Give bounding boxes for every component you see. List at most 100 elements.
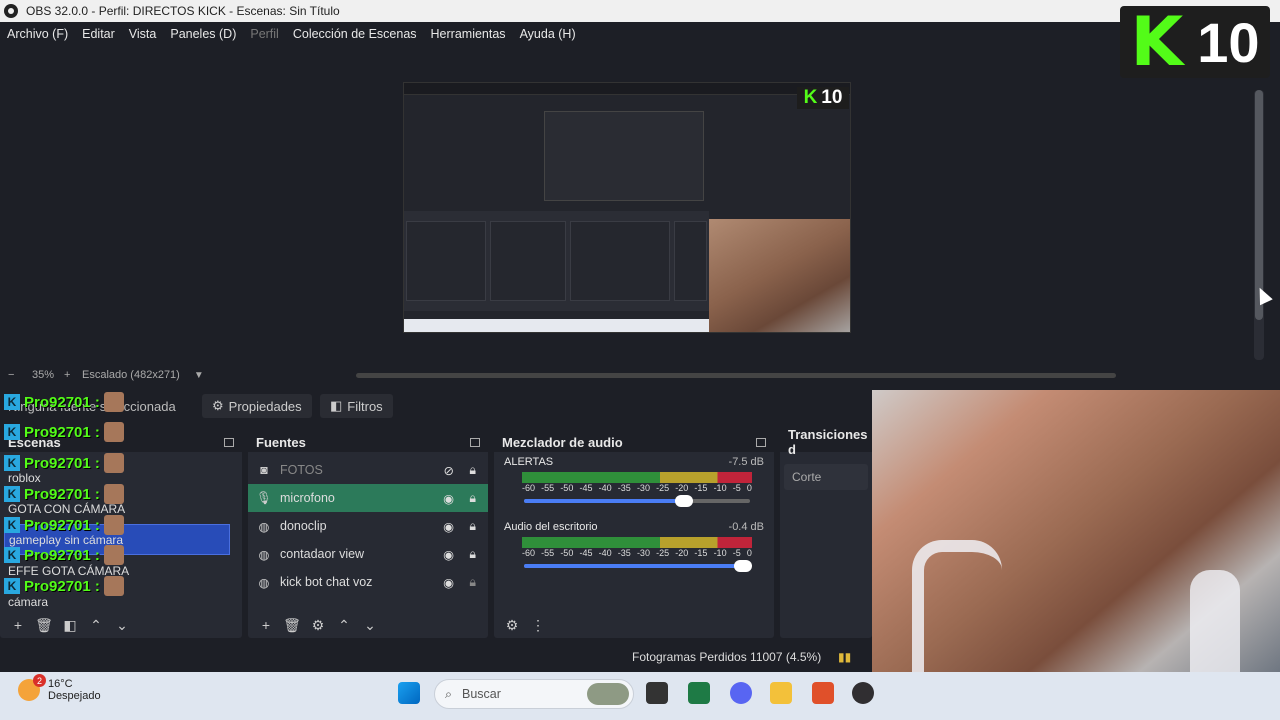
source-item[interactable]: ◍ contadaor view ◉ 🔒︎ xyxy=(248,540,488,568)
volume-meter xyxy=(522,537,752,548)
properties-button[interactable]: ⚙ Propiedades xyxy=(202,394,312,418)
emote-icon xyxy=(103,576,124,596)
add-scene-button[interactable]: + xyxy=(8,617,28,633)
meter-tick-label: -45 xyxy=(579,483,593,493)
meter-tick-label: -5 xyxy=(732,548,741,558)
mixer-dock-title: Mezclador de audio xyxy=(494,432,774,452)
source-item-selected[interactable]: 🎙︎ microfono ◉ 🔒︎ xyxy=(248,484,488,512)
lock-icon[interactable]: 🔒︎ xyxy=(469,575,476,590)
dropped-frames-label: Fotogramas Perdidos 11007 (4.5%) xyxy=(632,650,822,664)
move-down-button[interactable]: ⌄ xyxy=(360,617,380,634)
task-view-icon[interactable] xyxy=(646,682,668,704)
meter-tick-label: 0 xyxy=(746,548,752,558)
zoom-out-button[interactable]: − xyxy=(8,369,22,381)
volume-slider[interactable] xyxy=(524,495,750,507)
source-item[interactable]: ◍ kick bot chat voz ◉ 🔒︎ xyxy=(248,568,488,596)
file-explorer-icon[interactable] xyxy=(770,682,792,704)
windows-start-icon[interactable] xyxy=(398,682,420,704)
meter-tick-label: -15 xyxy=(694,548,708,558)
meter-tick-label: -20 xyxy=(675,483,689,493)
add-source-button[interactable]: + xyxy=(256,617,276,633)
windows-taskbar: 2 16°C Despejado ⌕ Buscar xyxy=(0,672,1280,720)
menu-vista[interactable]: Vista xyxy=(122,27,164,41)
channel-name: ALERTAS xyxy=(504,456,554,468)
globe-icon: ◍ xyxy=(258,519,270,534)
sources-footer: + 🗑 ⚙ ⌃ ⌄ xyxy=(248,612,488,638)
menu-coleccion-escenas[interactable]: Colección de Escenas xyxy=(286,27,424,41)
camera-icon: ◙ xyxy=(260,463,268,477)
gear-icon: ⚙ xyxy=(212,398,224,413)
move-down-button[interactable]: ⌄ xyxy=(112,617,132,634)
weather-widget[interactable]: 2 16°C Despejado xyxy=(18,674,101,702)
undock-icon[interactable] xyxy=(470,437,480,447)
eye-icon[interactable]: ◉ xyxy=(443,575,454,590)
channel-db: -7.5 dB xyxy=(728,456,764,468)
meter-tick-label: -15 xyxy=(694,483,708,493)
kick-chat-icon: K xyxy=(4,486,20,502)
undock-icon[interactable] xyxy=(756,437,766,447)
remove-source-button[interactable]: 🗑 xyxy=(282,617,302,634)
preview-canvas[interactable]: K 10 xyxy=(403,82,851,333)
chat-overlay-line: K Pro92701 : xyxy=(4,543,144,567)
move-up-button[interactable]: ⌃ xyxy=(334,617,354,634)
filters-button[interactable]: ◧ Filtros xyxy=(320,394,393,418)
transitions-dock-title: Transiciones d xyxy=(780,427,872,457)
emote-icon xyxy=(103,515,124,535)
source-label: contadaor view xyxy=(280,547,365,561)
brave-icon[interactable] xyxy=(812,682,834,704)
eye-icon[interactable]: ◉ xyxy=(443,519,454,534)
meter-tick-label: -10 xyxy=(713,483,727,493)
source-item[interactable]: ◍ donoclip ◉ 🔒︎ xyxy=(248,512,488,540)
meter-tick-label: -10 xyxy=(713,548,727,558)
preview-vertical-scrollbar[interactable] xyxy=(1254,90,1264,360)
eye-hidden-icon[interactable]: ⊘ xyxy=(444,463,454,478)
advanced-audio-button[interactable]: ⚙ xyxy=(502,617,522,634)
undock-icon[interactable] xyxy=(224,437,234,447)
meter-tick-label: -50 xyxy=(560,483,574,493)
zoom-bar: − 35% + Escalado (482x271) ▼ xyxy=(0,366,1280,384)
remove-scene-button[interactable]: 🗑 xyxy=(34,617,54,634)
obs-logo-icon xyxy=(4,4,18,18)
excel-icon[interactable] xyxy=(688,682,710,704)
meter-tick-label: -60 xyxy=(522,548,536,558)
kick-chat-icon: K xyxy=(4,455,20,471)
meter-tick-label: -30 xyxy=(636,483,650,493)
weather-badge: 2 xyxy=(33,674,46,687)
kick-logo-icon: K xyxy=(1130,2,1184,82)
discord-icon[interactable] xyxy=(730,682,752,704)
meter-tick-label: -35 xyxy=(617,548,631,558)
menu-perfil[interactable]: Perfil xyxy=(243,27,285,41)
menu-herramientas[interactable]: Herramientas xyxy=(424,27,513,41)
lock-icon[interactable]: 🔒︎ xyxy=(469,519,476,534)
chat-overlay-line: K Pro92701 : xyxy=(4,513,144,537)
lock-icon[interactable]: 🔒︎ xyxy=(469,547,476,562)
scale-dropdown-icon[interactable]: ▼ xyxy=(194,370,204,381)
obs-icon[interactable] xyxy=(852,682,874,704)
source-item[interactable]: ◙ FOTOS ⊘ 🔒︎ xyxy=(248,456,488,484)
menu-ayuda[interactable]: Ayuda (H) xyxy=(513,27,583,41)
lock-icon[interactable]: 🔒︎ xyxy=(469,491,476,506)
mixer-menu-button[interactable]: ⋮ xyxy=(528,617,548,634)
chat-overlay-line: K Pro92701 : xyxy=(4,451,144,475)
zoom-in-button[interactable]: + xyxy=(64,369,78,381)
volume-slider[interactable] xyxy=(524,560,753,572)
source-properties-button[interactable]: ⚙ xyxy=(308,617,328,634)
emote-icon xyxy=(103,422,124,442)
lock-icon[interactable]: 🔒︎ xyxy=(469,463,476,478)
source-label: microfono xyxy=(280,491,335,505)
eye-icon[interactable]: ◉ xyxy=(443,547,454,562)
preview-horizontal-scrollbar[interactable] xyxy=(356,373,1116,378)
menu-editar[interactable]: Editar xyxy=(75,27,122,41)
menu-paneles[interactable]: Paneles (D) xyxy=(163,27,243,41)
meter-tick-label: -25 xyxy=(656,548,670,558)
meter-tick-label: -55 xyxy=(541,483,555,493)
eye-icon[interactable]: ◉ xyxy=(443,491,454,506)
transition-select[interactable]: Corte xyxy=(784,464,868,490)
scene-filters-button[interactable]: ◧ xyxy=(60,617,80,634)
taskbar-search[interactable]: ⌕ Buscar xyxy=(434,679,634,709)
menu-archivo[interactable]: Archivo (F) xyxy=(0,27,75,41)
meter-tick-label: -25 xyxy=(656,483,670,493)
window-title: OBS 32.0.0 - Perfil: DIRECTOS KICK - Esc… xyxy=(26,4,340,18)
transitions-title: Transiciones d xyxy=(788,427,868,457)
move-up-button[interactable]: ⌃ xyxy=(86,617,106,634)
